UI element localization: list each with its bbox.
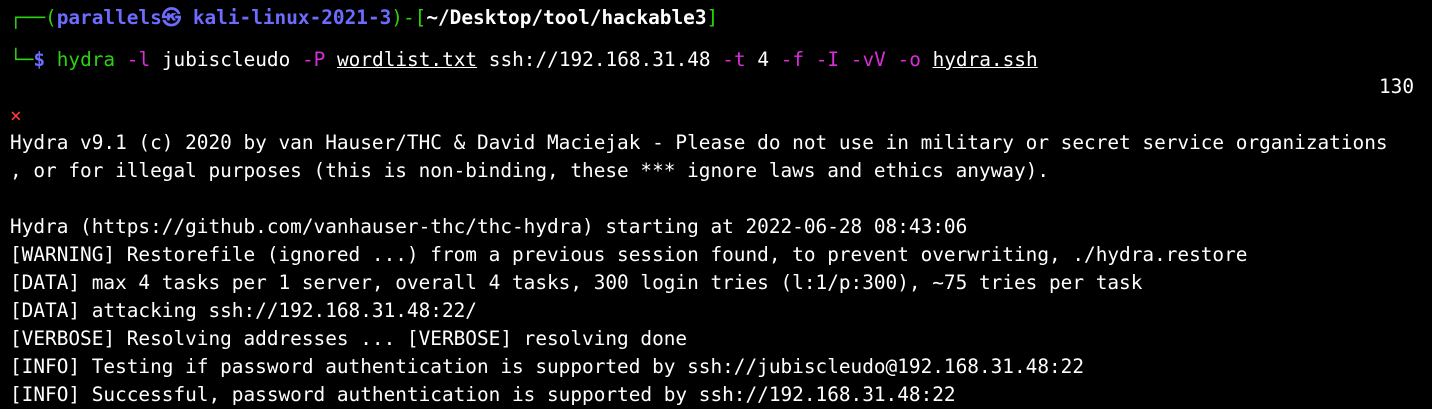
prompt-end: ]	[706, 6, 719, 29]
prompt-dollar: $	[33, 48, 46, 71]
output-line: [DATA] attacking ssh://192.168.31.48:22/	[10, 299, 477, 322]
command-token: 4	[757, 48, 770, 71]
command-program: hydra	[56, 48, 116, 71]
terminal-window[interactable]: ┌──(parallels㉿ kali-linux-2021-3)-[~/Des…	[0, 0, 1432, 406]
command-token: jubiscleudo	[161, 48, 291, 71]
exit-code: 130	[1378, 75, 1414, 98]
command-token: -o	[897, 48, 921, 71]
command-token: -l	[126, 48, 151, 71]
prompt-corner-top: ┌──(	[10, 6, 57, 29]
prompt-user-host: parallels㉿ kali-linux-2021-3	[56, 6, 392, 29]
command-token: -P	[301, 48, 326, 71]
command-token: -f	[780, 48, 805, 71]
error-x-icon: ×	[10, 104, 22, 127]
output-line: [DATA] max 4 tasks per 1 server, overall…	[10, 271, 1143, 294]
prompt-header-line: ┌──(parallels㉿ kali-linux-2021-3)-[~/Des…	[10, 4, 718, 32]
command-token: -I	[815, 48, 840, 71]
prompt-path: ~/Desktop/tool/hackable3	[426, 6, 707, 29]
output-line: [VERBOSE] Resolving addresses ... [VERBO…	[10, 327, 688, 350]
output-line: Hydra (https://github.com/vanhauser-thc/…	[10, 215, 968, 238]
prompt-mid: )-[	[391, 6, 427, 29]
prompt-corner-bottom: └─	[10, 48, 34, 71]
output-line: , or for illegal purposes (this is non-b…	[10, 159, 1049, 182]
command-token: -vV	[850, 48, 886, 71]
command-token: wordlist.txt	[337, 48, 478, 71]
output-line: [INFO] Successful, password authenticati…	[10, 383, 956, 406]
command-line[interactable]: └─$ hydra -l jubiscleudo -P wordlist.txt…	[10, 46, 1038, 74]
output-line: Hydra v9.1 (c) 2020 by van Hauser/THC & …	[10, 131, 1388, 154]
output-line: [INFO] Testing if password authenticatio…	[10, 355, 1085, 378]
command-token: ssh://192.168.31.48	[488, 48, 711, 71]
output-line: [WARNING] Restorefile (ignored ...) from…	[10, 243, 1248, 266]
command-token: hydra.ssh	[932, 48, 1038, 71]
command-token: -t	[722, 48, 746, 71]
